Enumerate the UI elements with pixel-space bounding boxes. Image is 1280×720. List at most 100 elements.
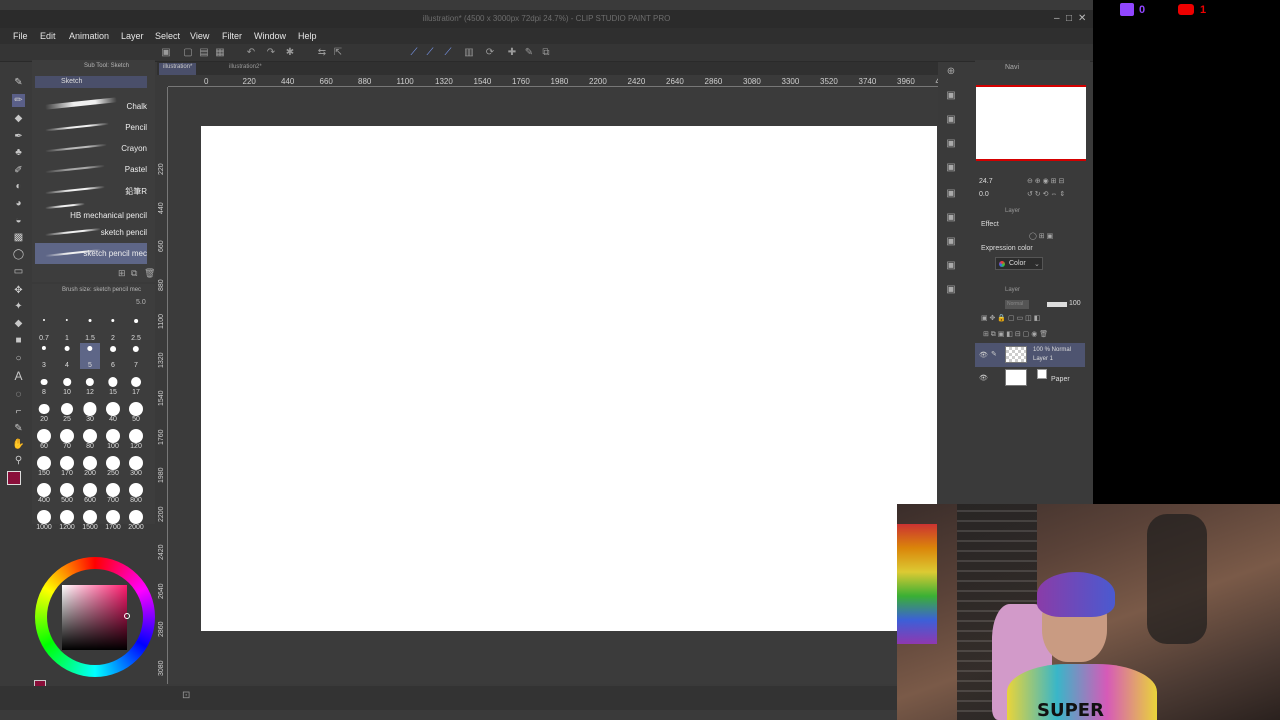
brush-size-option[interactable]: 40	[103, 397, 123, 423]
brush-size-option[interactable]: 2.5	[126, 316, 146, 342]
tab-illustration[interactable]: illustration*	[159, 63, 197, 75]
brush-size-option[interactable]: 1200	[57, 505, 77, 531]
material-icon-5[interactable]: ▣	[945, 188, 957, 200]
transfer-icon[interactable]: ⇆	[316, 47, 328, 59]
rotate-controls-icon[interactable]: ↺ ↻ ⟲ ⇔ ⇕	[1027, 190, 1065, 198]
brush-size-option[interactable]: 200	[80, 451, 100, 477]
brush-size-option[interactable]: 70	[57, 424, 77, 450]
menu-layer[interactable]: Layer	[121, 31, 144, 41]
frame-tool-icon[interactable]: ⌐	[12, 405, 25, 418]
brush-pastel[interactable]: Pastel	[35, 159, 147, 180]
line-correction-icon[interactable]: ✎	[12, 422, 25, 435]
airbrush-tool-icon[interactable]: ✐	[12, 164, 25, 177]
ellipse-tool-icon[interactable]: ○	[12, 352, 25, 365]
brush-size-option[interactable]: 2	[103, 316, 123, 342]
special-ruler-icon[interactable]: ⟋	[424, 47, 436, 59]
ruler-snap-icon[interactable]: ⟋	[408, 47, 420, 59]
settings-icon[interactable]: ✱	[284, 47, 296, 59]
menu-edit[interactable]: Edit	[40, 31, 56, 41]
brush-size-option[interactable]: 25	[57, 397, 77, 423]
visibility-eye-icon[interactable]: 👁	[979, 351, 988, 359]
close-icon[interactable]: ✕	[1078, 13, 1086, 24]
fill-tool-icon[interactable]: ◕	[12, 197, 25, 210]
material-icon-6[interactable]: ▣	[945, 212, 957, 224]
brush-size-option[interactable]: 1500	[80, 505, 100, 531]
material-icon-2[interactable]: ▣	[945, 114, 957, 126]
brush-hb-mechanical[interactable]: HB mechanical pencil	[35, 201, 147, 222]
brush-sketch-pencil-mec[interactable]: sketch pencil mec	[35, 243, 147, 264]
sub-tool-tab[interactable]: Sub Tool: Sketch	[84, 63, 129, 69]
brush-size-option[interactable]: 6	[103, 343, 123, 369]
effect-icons[interactable]: ◯ ⊞ ▣	[1029, 232, 1053, 240]
brush-size-option[interactable]: 500	[57, 478, 77, 504]
main-color-swatch[interactable]	[7, 471, 21, 485]
material-icon-9[interactable]: ▣	[945, 284, 957, 296]
layout-icon[interactable]: ⊡	[182, 690, 190, 701]
menu-select[interactable]: Select	[155, 31, 180, 41]
brush-size-option[interactable]: 1000	[34, 505, 54, 531]
hand-tool-icon[interactable]: ✋	[12, 438, 25, 451]
brush-size-option[interactable]: 250	[103, 451, 123, 477]
brush-crayon[interactable]: Crayon	[35, 138, 147, 159]
brush-size-option[interactable]: 3	[34, 343, 54, 369]
navigator-preview[interactable]	[976, 85, 1086, 161]
zoom-controls-icon[interactable]: ⊖ ⊕ ◉ ⊞ ⊟	[1027, 177, 1064, 185]
layer-palette-tab[interactable]: Layer	[1005, 287, 1020, 293]
brush-size-option[interactable]: 400	[34, 478, 54, 504]
brush-size-option[interactable]: 8	[34, 370, 54, 396]
rotate-icon[interactable]: ⟳	[484, 47, 496, 59]
add-subtool-icon[interactable]: ⊞	[118, 268, 126, 279]
copy-subtool-icon[interactable]: ⧉	[131, 268, 137, 279]
gradient-fill-icon[interactable]: ■	[12, 334, 25, 347]
brush-size-option[interactable]: 2000	[126, 505, 146, 531]
brush-tool-icon[interactable]: ✒	[12, 130, 25, 143]
brush-size-option[interactable]: 17	[126, 370, 146, 396]
brush-size-option[interactable]: 1	[57, 316, 77, 342]
blend-tool-icon[interactable]: ◐	[12, 180, 25, 193]
expression-color-select[interactable]: Color ⌄	[995, 257, 1043, 270]
layer-property-tab[interactable]: Layer	[1005, 208, 1020, 214]
brush-size-option[interactable]: 30	[80, 397, 100, 423]
layer-tool-icons[interactable]: ▣ ✥ 🔒 ▢ ▭ ◫ ◧	[981, 314, 1040, 322]
delete-subtool-icon[interactable]: 🗑	[144, 268, 155, 279]
brush-size-option[interactable]: 1700	[103, 505, 123, 531]
pencil-tool-icon[interactable]: ✏	[12, 94, 25, 107]
material-icon-7[interactable]: ▣	[945, 236, 957, 248]
open-folder-icon[interactable]: ▤	[198, 47, 210, 59]
menu-file[interactable]: File	[13, 31, 28, 41]
blend-mode-select[interactable]: Normal	[1005, 300, 1029, 309]
brush-size-option[interactable]: 100	[103, 424, 123, 450]
brush-size-option[interactable]: 60	[34, 424, 54, 450]
export-icon[interactable]: ⇱	[332, 47, 344, 59]
new-file-icon[interactable]: ▢	[182, 47, 194, 59]
brush-size-option[interactable]: 600	[80, 478, 100, 504]
sub-tool-group[interactable]: Sketch	[35, 76, 147, 88]
saturation-value-box[interactable]	[62, 585, 127, 650]
layer-row-layer1[interactable]: 👁 ✎ 100 % Normal Layer 1	[975, 343, 1085, 367]
search-icon[interactable]: ⊕	[945, 66, 957, 78]
eyedropper-tool-icon[interactable]: ⚲	[12, 454, 25, 467]
brush-size-option[interactable]: 4	[57, 343, 77, 369]
pen-icon[interactable]: ✎	[523, 47, 535, 59]
brush-sketch-pencil[interactable]: sketch pencil	[35, 222, 147, 243]
pen-tool-icon[interactable]: ✎	[12, 76, 25, 89]
eraser-tool-icon[interactable]: ◆	[12, 112, 25, 125]
menu-window[interactable]: Window	[254, 31, 286, 41]
brush-size-option[interactable]: 15	[103, 370, 123, 396]
tab-illustration2[interactable]: illustration2*	[225, 63, 266, 75]
visibility-eye-icon[interactable]: 👁	[979, 374, 988, 382]
new-canvas-icon[interactable]: ▣	[160, 47, 172, 59]
brush-size-option[interactable]: 0.7	[34, 316, 54, 342]
transform-icon[interactable]: ✚	[506, 47, 518, 59]
brush-size-option[interactable]: 800	[126, 478, 146, 504]
move-tool-icon[interactable]: ✥	[12, 284, 25, 297]
maximize-icon[interactable]: □	[1066, 13, 1072, 24]
redo-icon[interactable]: ↷	[265, 47, 277, 59]
material-icon-3[interactable]: ▣	[945, 138, 957, 150]
navigator-zoom[interactable]: 24.7	[979, 178, 993, 185]
brush-size-option[interactable]: 20	[34, 397, 54, 423]
layer-action-icons[interactable]: ⊞ ⧉ ▣ ◧ ⊟ ▢ ◉ 🗑	[983, 330, 1048, 339]
brush-chalk[interactable]: Chalk	[35, 96, 147, 117]
gradient-tool-icon[interactable]: ◒	[12, 214, 25, 227]
material-icon[interactable]: ▣	[945, 90, 957, 102]
